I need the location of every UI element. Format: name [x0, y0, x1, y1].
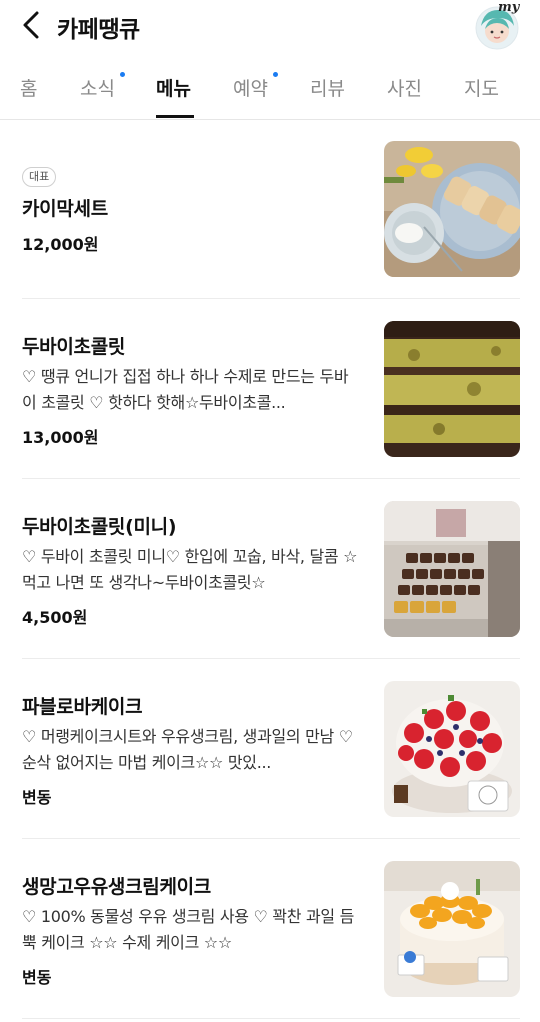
menu-item-name: 생망고우유생크림케이크	[22, 876, 211, 898]
menu-item-price: 13,000원	[22, 428, 99, 447]
menu-item-description: ♡ 머랭케이크시트와 우유생크림, 생과일의 만남 ♡ 순삭 없어지는 마법 케…	[22, 727, 353, 772]
menu-item-price: 변동	[22, 788, 52, 807]
signature-badge: 대표	[22, 167, 57, 187]
menu-item-photo	[384, 321, 520, 457]
top-bar: 카페땡큐 my	[0, 0, 540, 52]
menu-item[interactable]: 두바이초콜릿 ♡ 땡큐 언니가 집접 하나 하나 수제로 만드는 두바이 초콜릿…	[0, 300, 540, 480]
chevron-left-icon	[23, 11, 39, 39]
tab-photos[interactable]: 사진	[387, 74, 422, 101]
tab-home[interactable]: 홈	[20, 74, 37, 101]
divider	[22, 1018, 520, 1019]
menu-item-price: 변동	[22, 968, 52, 987]
active-tab-indicator	[156, 115, 194, 118]
tab-reservation[interactable]: 예약	[233, 74, 268, 101]
menu-item-name: 파블로바케이크	[22, 696, 143, 718]
divider	[22, 478, 520, 479]
menu-item-name: 카이막세트	[22, 198, 108, 220]
tab-map[interactable]: 지도	[464, 74, 499, 101]
menu-item[interactable]: 생망고우유생크림케이크 ♡ 100% 동물성 우유 생크림 사용 ♡ 꽉찬 과일…	[0, 840, 540, 1020]
tab-bar: 홈 소식 메뉴 예약 리뷰 사진 지도	[0, 58, 540, 120]
menu-item-name: 두바이초콜릿	[22, 336, 126, 358]
menu-item-photo	[384, 861, 520, 997]
page-title: 카페땡큐	[57, 17, 140, 43]
menu-item-name: 두바이초콜릿(미니)	[22, 516, 177, 538]
divider	[22, 838, 520, 839]
menu-item-photo	[384, 501, 520, 637]
menu-item-photo	[384, 141, 520, 277]
menu-item-price: 4,500원	[22, 608, 88, 627]
back-button[interactable]	[14, 8, 48, 42]
menu-item-description: ♡ 두바이 초콜릿 미니♡ 한입에 꼬숩, 바삭, 달콤 ☆먹고 나면 또 생각…	[22, 547, 358, 592]
menu-item-description: ♡ 100% 동물성 우유 생크림 사용 ♡ 꽉찬 과일 듬뿍 케이크 ☆☆ 수…	[22, 907, 355, 952]
menu-item-price: 12,000원	[22, 235, 99, 254]
tab-reviews[interactable]: 리뷰	[310, 74, 345, 101]
menu-item[interactable]: 파블로바케이크 ♡ 머랭케이크시트와 우유생크림, 생과일의 만남 ♡ 순삭 없…	[0, 660, 540, 840]
new-dot-icon	[273, 72, 278, 77]
divider	[22, 658, 520, 659]
new-dot-icon	[120, 72, 125, 77]
menu-item-description: ♡ 땡큐 언니가 집접 하나 하나 수제로 만드는 두바이 초콜릿 ♡ 핫하다 …	[22, 367, 349, 412]
menu-item[interactable]: 대표 카이막세트 12,000원	[0, 120, 540, 300]
menu-item[interactable]: 두바이초콜릿(미니) ♡ 두바이 초콜릿 미니♡ 한입에 꼬숩, 바삭, 달콤 …	[0, 480, 540, 660]
divider	[22, 298, 520, 299]
avatar-label: my	[498, 0, 520, 15]
tab-menu[interactable]: 메뉴	[156, 74, 191, 101]
tab-news[interactable]: 소식	[80, 74, 115, 101]
menu-item-photo	[384, 681, 520, 817]
